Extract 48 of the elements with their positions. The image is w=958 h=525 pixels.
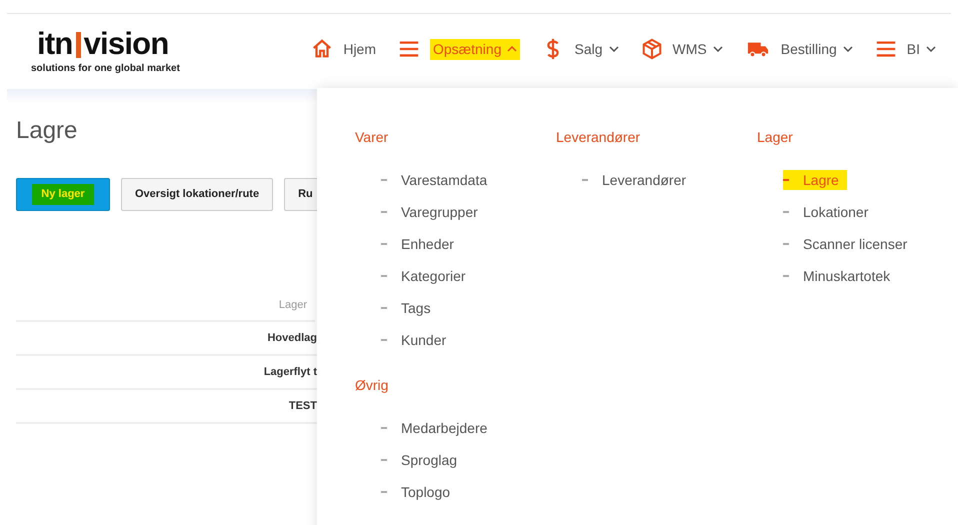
- column-header: Lager: [278, 298, 307, 313]
- menu-item[interactable]: Enheder: [381, 234, 454, 254]
- menu-item[interactable]: Tags: [381, 298, 431, 318]
- table-cell-text: Hovedlag: [267, 330, 317, 346]
- menu-item[interactable]: Sproglag: [381, 450, 458, 470]
- dash-icon: [381, 491, 387, 493]
- menu-item[interactable]: Kunder: [381, 330, 446, 350]
- section-heading: Lager: [757, 128, 794, 146]
- menu-item[interactable]: Toplogo: [381, 482, 450, 502]
- menu-item[interactable]: Medarbejdere: [381, 418, 488, 438]
- dash-icon: [381, 459, 387, 461]
- dash-icon: [381, 307, 387, 309]
- nav-link[interactable]: Salg: [574, 38, 619, 60]
- dash-icon: [582, 179, 588, 181]
- section-heading: Øvrig: [355, 376, 390, 394]
- table-cell-text: Lagerflyt t: [264, 364, 317, 380]
- section-heading: Varer: [355, 128, 390, 146]
- dash-icon: [381, 339, 387, 341]
- menu-item[interactable]: Kategorier: [381, 266, 466, 286]
- nav-link[interactable]: BI: [906, 38, 936, 60]
- menu-item[interactable]: Varestamdata: [381, 170, 488, 190]
- dash-icon: [381, 243, 387, 245]
- dash-icon: [381, 179, 387, 181]
- menu-item[interactable]: Varegrupper: [381, 202, 478, 222]
- nav-link[interactable]: Hjem: [343, 38, 376, 60]
- nav-link[interactable]: Bestilling: [780, 38, 853, 60]
- home-icon: [311, 38, 334, 60]
- logo-tagline: solutions for one global market: [31, 62, 181, 76]
- toolbar-button[interactable]: Oversigt lokationer/rute: [121, 178, 274, 211]
- dash-icon: [381, 275, 387, 277]
- table-cell-text: TEST: [288, 398, 317, 414]
- logo-bar-icon: [76, 32, 81, 58]
- nav-link[interactable]: WMS: [672, 38, 723, 60]
- dash-icon: [783, 179, 789, 181]
- menu-item[interactable]: Lokationer: [783, 202, 868, 222]
- dash-icon: [783, 243, 789, 245]
- logo-text: itn: [37, 28, 73, 59]
- section-heading: Leverandører: [556, 128, 642, 146]
- box-icon: [640, 38, 663, 60]
- dash-icon: [783, 275, 789, 277]
- menu-item[interactable]: Leverandører: [582, 170, 686, 190]
- dash-icon: [381, 211, 387, 213]
- page-title: Lagre: [16, 116, 78, 146]
- dash-icon: [783, 211, 789, 213]
- menu-item[interactable]: Minuskartotek: [783, 266, 890, 286]
- dash-icon: [381, 427, 387, 429]
- menu-item[interactable]: Scanner licenser: [783, 234, 908, 254]
- logo-text: vision: [84, 28, 168, 59]
